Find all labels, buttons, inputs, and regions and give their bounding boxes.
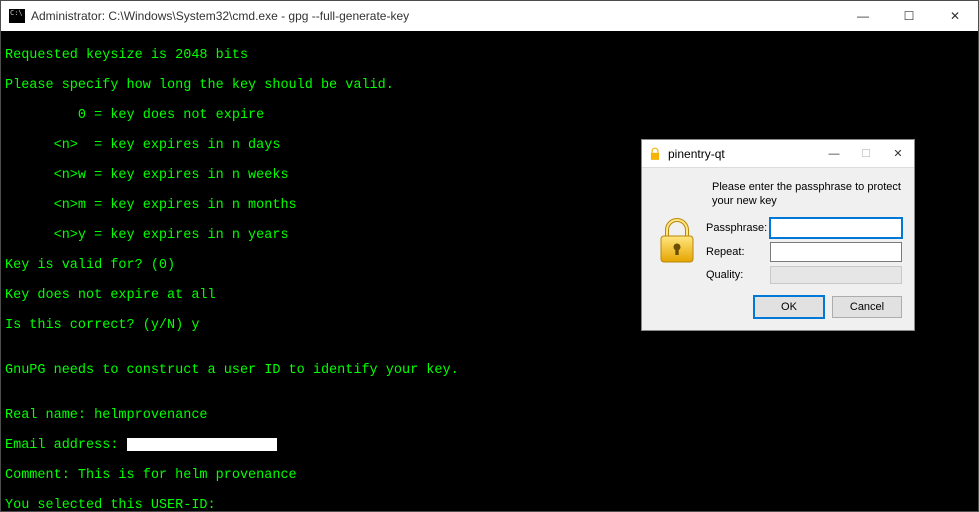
cmd-line: 0 = key does not expire	[5, 108, 974, 123]
cmd-titlebar[interactable]: Administrator: C:\Windows\System32\cmd.e…	[1, 1, 978, 31]
maximize-button[interactable]: ☐	[886, 1, 932, 31]
cmd-text: Email address:	[5, 438, 127, 453]
lock-icon	[648, 147, 662, 161]
lock-icon	[657, 218, 697, 266]
repeat-input[interactable]	[770, 242, 902, 262]
quality-label: Quality:	[706, 269, 766, 281]
cmd-line: Please specify how long the key should b…	[5, 78, 974, 93]
redacted-email	[127, 438, 277, 451]
close-button[interactable]: ✕	[932, 1, 978, 31]
quality-meter	[770, 266, 902, 284]
dialog-window-controls: — ☐ ✕	[818, 140, 914, 167]
cmd-icon	[9, 9, 25, 23]
cmd-line: Email address:	[5, 438, 974, 453]
dialog-close-button[interactable]: ✕	[882, 140, 914, 167]
dialog-form: Passphrase: Repeat: Quality:	[652, 218, 902, 284]
cancel-button[interactable]: Cancel	[832, 296, 902, 318]
cmd-line: You selected this USER-ID:	[5, 498, 974, 511]
cmd-line: GnuPG needs to construct a user ID to id…	[5, 363, 974, 378]
cmd-title: Administrator: C:\Windows\System32\cmd.e…	[31, 9, 840, 23]
pinentry-dialog: pinentry-qt — ☐ ✕ Please enter the passp…	[641, 139, 915, 331]
dialog-titlebar[interactable]: pinentry-qt — ☐ ✕	[642, 140, 914, 168]
cmd-line: Real name: helmprovenance	[5, 408, 974, 423]
ok-button[interactable]: OK	[754, 296, 824, 318]
passphrase-label: Passphrase:	[706, 222, 766, 234]
dialog-minimize-button[interactable]: —	[818, 140, 850, 167]
cmd-line: Requested keysize is 2048 bits	[5, 48, 974, 63]
cmd-window-controls: — ☐ ✕	[840, 1, 978, 31]
dialog-title: pinentry-qt	[668, 147, 818, 161]
repeat-label: Repeat:	[706, 246, 766, 258]
dialog-buttons: OK Cancel	[652, 296, 902, 318]
dialog-prompt: Please enter the passphrase to protect y…	[712, 180, 902, 208]
passphrase-input[interactable]	[770, 218, 902, 238]
cmd-line: Comment: This is for helm provenance	[5, 468, 974, 483]
minimize-button[interactable]: —	[840, 1, 886, 31]
dialog-maximize-button: ☐	[850, 140, 882, 167]
dialog-body: Please enter the passphrase to protect y…	[642, 168, 914, 330]
